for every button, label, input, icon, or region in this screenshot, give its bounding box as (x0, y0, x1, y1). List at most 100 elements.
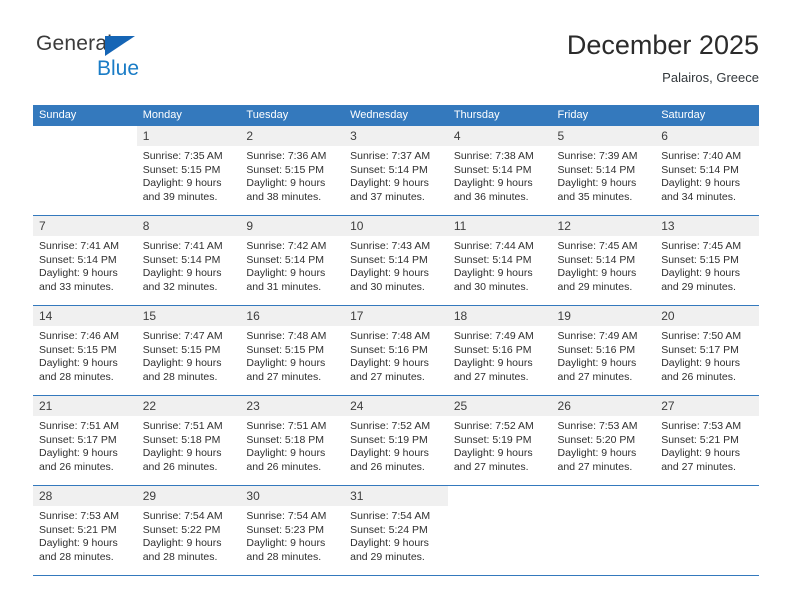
day-number: 13 (655, 216, 759, 236)
calendar-day-cell[interactable]: 24 Sunrise: 7:52 AM Sunset: 5:19 PM Dayligh… (344, 395, 448, 486)
day-number: 29 (136, 486, 241, 506)
calendar-day-cell[interactable]: 15 Sunrise: 7:47 AM Sunset: 5:15 PM Dayligh… (136, 305, 241, 396)
calendar-day-cell[interactable]: 26 Sunrise: 7:53 AM Sunset: 5:20 PM Dayligh… (551, 395, 656, 486)
day-sun-info: Sunrise: 7:51 AM Sunset: 5:17 PM Daylight:… (33, 416, 137, 474)
sunset-text: Sunset: 5:19 PM (453, 433, 532, 446)
calendar-cell-empty (551, 485, 656, 576)
sunrise-text: Sunrise: 7:52 AM (350, 420, 431, 432)
sunrise-text: Sunrise: 7:41 AM (39, 240, 119, 252)
sunrise-text: Sunrise: 7:41 AM (142, 240, 223, 252)
calendar-day-cell[interactable]: 27 Sunrise: 7:53 AM Sunset: 5:21 PM Dayligh… (655, 395, 759, 486)
calendar-day-cell[interactable]: 18 Sunrise: 7:49 AM Sunset: 5:16 PM Dayligh… (447, 305, 552, 396)
general-blue-logo[interactable]: General Blue (36, 32, 246, 92)
day-sun-info: Sunrise: 7:45 AM Sunset: 5:14 PM Daylight:… (552, 236, 656, 294)
day-sun-info: Sunrise: 7:42 AM Sunset: 5:14 PM Daylight:… (240, 236, 344, 294)
calendar-day-cell[interactable]: 16 Sunrise: 7:48 AM Sunset: 5:15 PM Dayligh… (240, 305, 345, 396)
day-sun-info: Sunrise: 7:45 AM Sunset: 5:15 PM Daylight:… (655, 236, 759, 294)
sunrise-text: Sunrise: 7:48 AM (246, 330, 327, 342)
sunset-text: Sunset: 5:15 PM (246, 343, 325, 356)
sunrise-text: Sunrise: 7:48 AM (350, 330, 431, 342)
calendar-day-cell[interactable]: 19 Sunrise: 7:49 AM Sunset: 5:16 PM Dayligh… (551, 305, 656, 396)
calendar-day-cell[interactable]: 30 Sunrise: 7:54 AM Sunset: 5:23 PM Dayligh… (240, 485, 345, 576)
calendar-day-cell[interactable]: 3 Sunrise: 7:37 AM Sunset: 5:14 PM Daylight… (344, 126, 448, 216)
daylight-text-line1: Daylight: 9 hours (142, 447, 222, 460)
daylight-text-line1: Daylight: 9 hours (39, 267, 118, 280)
calendar-day-cell[interactable]: 22 Sunrise: 7:51 AM Sunset: 5:18 PM Dayligh… (136, 395, 241, 486)
calendar-day-cell[interactable]: 9 Sunrise: 7:42 AM Sunset: 5:14 PM Daylight… (240, 215, 345, 306)
day-number: 2 (240, 126, 345, 146)
daylight-text-line1: Daylight: 9 hours (557, 357, 637, 370)
day-number: 8 (136, 216, 241, 236)
sunset-text: Sunset: 5:17 PM (39, 433, 117, 446)
calendar-day-cell[interactable]: 20 Sunrise: 7:50 AM Sunset: 5:17 PM Dayligh… (655, 305, 759, 396)
calendar-week-row: 14 Sunrise: 7:46 AM Sunset: 5:15 PM Dayligh… (33, 305, 759, 396)
calendar-day-cell[interactable]: 7 Sunrise: 7:41 AM Sunset: 5:14 PM Daylight… (33, 215, 137, 306)
daylight-text-line2: and 38 minutes. (246, 190, 322, 203)
calendar-day-cell[interactable]: 29 Sunrise: 7:54 AM Sunset: 5:22 PM Dayligh… (136, 485, 241, 576)
calendar-day-cell[interactable]: 11 Sunrise: 7:44 AM Sunset: 5:14 PM Dayligh… (447, 215, 552, 306)
calendar-day-cell[interactable]: 23 Sunrise: 7:51 AM Sunset: 5:18 PM Dayligh… (240, 395, 345, 486)
calendar-day-cell[interactable]: 13 Sunrise: 7:45 AM Sunset: 5:15 PM Dayligh… (655, 215, 759, 306)
day-number: 25 (447, 396, 552, 416)
calendar-day-cell[interactable]: 6 Sunrise: 7:40 AM Sunset: 5:14 PM Daylight… (655, 126, 759, 216)
calendar-day-cell[interactable]: 8 Sunrise: 7:41 AM Sunset: 5:14 PM Daylight… (136, 215, 241, 306)
sunrise-text: Sunrise: 7:52 AM (453, 420, 534, 432)
page-header: General Blue December 2025 Palairos, Gre… (33, 28, 759, 96)
sunrise-text: Sunrise: 7:36 AM (246, 150, 327, 162)
sunrise-text: Sunrise: 7:49 AM (453, 330, 534, 342)
calendar-day-cell[interactable]: 5 Sunrise: 7:39 AM Sunset: 5:14 PM Daylight… (551, 126, 656, 216)
calendar-day-cell[interactable]: 12 Sunrise: 7:45 AM Sunset: 5:14 PM Dayligh… (551, 215, 656, 306)
sunset-text: Sunset: 5:15 PM (142, 163, 221, 176)
day-number (447, 486, 552, 506)
daylight-text-line1: Daylight: 9 hours (39, 357, 118, 370)
calendar-cell-empty (447, 485, 552, 576)
daylight-text-line2: and 31 minutes. (246, 280, 322, 293)
daylight-text-line1: Daylight: 9 hours (246, 267, 326, 280)
daylight-text-line1: Daylight: 9 hours (39, 537, 118, 550)
sunset-text: Sunset: 5:16 PM (557, 343, 636, 356)
day-sun-info: Sunrise: 7:36 AM Sunset: 5:15 PM Daylight:… (240, 146, 344, 204)
calendar-day-cell[interactable]: 28 Sunrise: 7:53 AM Sunset: 5:21 PM Dayligh… (33, 485, 137, 576)
day-number: 31 (344, 486, 448, 506)
daylight-text-line2: and 35 minutes. (557, 190, 633, 203)
daylight-text-line1: Daylight: 9 hours (246, 447, 326, 460)
sunrise-text: Sunrise: 7:45 AM (557, 240, 638, 252)
sunrise-text: Sunrise: 7:54 AM (142, 510, 223, 522)
sunrise-text: Sunrise: 7:51 AM (142, 420, 223, 432)
day-sun-info: Sunrise: 7:48 AM Sunset: 5:16 PM Daylight:… (344, 326, 448, 384)
daylight-text-line2: and 27 minutes. (350, 370, 425, 383)
sunrise-text: Sunrise: 7:49 AM (557, 330, 638, 342)
sunrise-text: Sunrise: 7:44 AM (453, 240, 534, 252)
sunset-text: Sunset: 5:14 PM (39, 253, 117, 266)
calendar-week-row: 28 Sunrise: 7:53 AM Sunset: 5:21 PM Dayligh… (33, 485, 759, 576)
daylight-text-line2: and 26 minutes. (142, 460, 218, 473)
sunset-text: Sunset: 5:22 PM (142, 523, 221, 536)
sunrise-text: Sunrise: 7:38 AM (453, 150, 534, 162)
day-number: 17 (344, 306, 448, 326)
day-sun-info: Sunrise: 7:53 AM Sunset: 5:20 PM Daylight:… (552, 416, 656, 474)
daylight-text-line1: Daylight: 9 hours (246, 177, 326, 190)
daylight-text-line2: and 26 minutes. (246, 460, 322, 473)
calendar-day-cell[interactable]: 31 Sunrise: 7:54 AM Sunset: 5:24 PM Dayligh… (344, 485, 448, 576)
day-number: 3 (344, 126, 448, 146)
calendar-day-cell[interactable]: 17 Sunrise: 7:48 AM Sunset: 5:16 PM Dayligh… (344, 305, 448, 396)
location-subtitle: Palairos, Greece (662, 70, 759, 85)
day-sun-info: Sunrise: 7:49 AM Sunset: 5:16 PM Daylight:… (448, 326, 552, 384)
day-sun-info: Sunrise: 7:51 AM Sunset: 5:18 PM Daylight:… (240, 416, 344, 474)
day-number: 14 (33, 306, 137, 326)
daylight-text-line2: and 28 minutes. (246, 550, 322, 563)
calendar-day-cell[interactable]: 2 Sunrise: 7:36 AM Sunset: 5:15 PM Daylight… (240, 126, 345, 216)
weekday-header-thursday: Thursday (447, 105, 552, 126)
calendar-day-cell[interactable]: 4 Sunrise: 7:38 AM Sunset: 5:14 PM Daylight… (447, 126, 552, 216)
calendar-day-cell[interactable]: 14 Sunrise: 7:46 AM Sunset: 5:15 PM Dayligh… (33, 305, 137, 396)
day-number: 27 (655, 396, 759, 416)
calendar-day-cell[interactable]: 21 Sunrise: 7:51 AM Sunset: 5:17 PM Dayligh… (33, 395, 137, 486)
calendar-day-cell[interactable]: 10 Sunrise: 7:43 AM Sunset: 5:14 PM Dayligh… (344, 215, 448, 306)
sunrise-text: Sunrise: 7:40 AM (661, 150, 742, 162)
day-number: 24 (344, 396, 448, 416)
day-sun-info: Sunrise: 7:35 AM Sunset: 5:15 PM Daylight:… (137, 146, 241, 204)
calendar-day-cell[interactable]: 1 Sunrise: 7:35 AM Sunset: 5:15 PM Daylight… (136, 126, 241, 216)
calendar-day-cell[interactable]: 25 Sunrise: 7:52 AM Sunset: 5:19 PM Dayligh… (447, 395, 552, 486)
weekday-header-friday: Friday (551, 105, 656, 126)
day-sun-info: Sunrise: 7:51 AM Sunset: 5:18 PM Daylight:… (137, 416, 241, 474)
